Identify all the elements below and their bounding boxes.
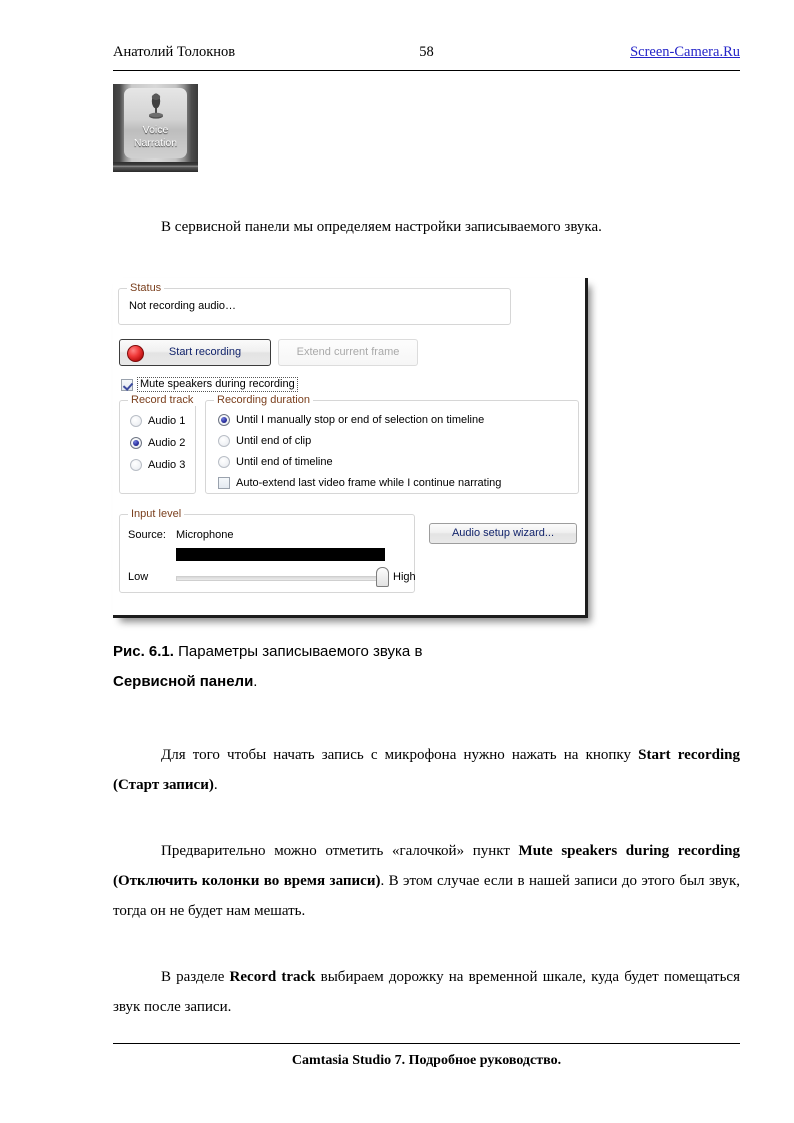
- p3-bold-term: Record track: [229, 969, 316, 985]
- input-level-legend: Input level: [128, 508, 185, 520]
- p2-text-a: Предварительно можно отметить «галочкой»…: [161, 843, 519, 859]
- auto-extend-row[interactable]: Auto-extend last video frame while I con…: [218, 477, 501, 489]
- p1-text-c: .: [213, 777, 218, 793]
- start-recording-button[interactable]: Start recording: [119, 339, 271, 366]
- slider-thumb[interactable]: [376, 567, 389, 587]
- input-source-label: Source:: [128, 529, 166, 541]
- footer-text: Camtasia Studio 7. Подробное руководство…: [291, 1053, 562, 1068]
- record-track-option-audio-1[interactable]: Audio 1: [130, 415, 185, 427]
- recording-duration-groupbox: Recording duration Until I manually stop…: [205, 394, 579, 494]
- record-track-legend: Record track: [128, 394, 197, 406]
- mute-speakers-row[interactable]: Mute speakers during recording: [121, 377, 298, 392]
- caption-figure-number: Рис. 6.1.: [113, 643, 174, 660]
- duration-option-end-of-timeline[interactable]: Until end of timeline: [218, 456, 333, 468]
- radio-until-end-of-timeline[interactable]: [218, 456, 230, 468]
- caption-text-1: Параметры записываемого звука в: [173, 643, 423, 660]
- radio-until-end-of-clip-label: Until end of clip: [236, 435, 312, 447]
- paragraph-mute-speakers: Предварительно можно отметить «галочкой»…: [113, 836, 740, 926]
- status-group-legend: Status: [127, 282, 165, 294]
- voice-narration-label: Voice Narration: [113, 124, 198, 150]
- extend-current-frame-button[interactable]: Extend current frame: [278, 339, 418, 366]
- radio-until-end-of-timeline-label: Until end of timeline: [236, 456, 333, 468]
- figure-caption: Рис. 6.1. Параметры записываемого звука …: [113, 637, 633, 697]
- radio-until-manual-stop[interactable]: [218, 414, 230, 426]
- audio-setup-wizard-label: Audio setup wizard...: [451, 527, 555, 539]
- auto-extend-label: Auto-extend last video frame while I con…: [236, 477, 502, 489]
- radio-audio-2-label: Audio 2: [148, 437, 186, 449]
- page-header: Анатолий Толокнов 58 Screen-Camera.Ru: [113, 44, 740, 70]
- paragraph-record-track: В разделе Record track выбираем дорожку …: [113, 962, 740, 1022]
- record-track-option-audio-3[interactable]: Audio 3: [130, 459, 185, 471]
- status-groupbox: Status Not recording audio…: [118, 282, 511, 325]
- slider-high-label: High: [393, 571, 416, 583]
- voice-narration-label-line1: Voice: [142, 124, 169, 136]
- radio-audio-3-label: Audio 3: [148, 459, 186, 471]
- record-track-groupbox: Record track Audio 1 Audio 2 Audio 3: [119, 394, 197, 494]
- voice-narration-label-line2: Narration: [133, 137, 178, 149]
- radio-until-manual-stop-label: Until I manually stop or end of selectio…: [236, 414, 485, 426]
- radio-audio-2[interactable]: [130, 437, 142, 449]
- p3-text-a: В разделе: [161, 969, 230, 985]
- header-divider: [113, 70, 740, 71]
- footer-divider: [113, 1043, 740, 1044]
- p1-text-a: Для того чтобы начать запись с микрофона…: [161, 747, 639, 763]
- radio-audio-1[interactable]: [130, 415, 142, 427]
- start-recording-label: Start recording: [168, 346, 242, 358]
- paragraph-start-recording: Для того чтобы начать запись с микрофона…: [113, 740, 740, 800]
- slider-low-label: Low: [128, 571, 149, 583]
- extend-current-frame-label: Extend current frame: [296, 346, 400, 358]
- mute-speakers-label: Mute speakers during recording: [137, 377, 298, 392]
- input-source-value: Microphone: [176, 529, 234, 541]
- audio-setup-wizard-button[interactable]: Audio setup wizard...: [429, 523, 577, 544]
- voice-narration-button-base: [113, 162, 198, 172]
- caption-bold-term: Сервисной панели: [113, 673, 254, 690]
- voice-narration-dialog[interactable]: Status Not recording audio… Start record…: [113, 278, 588, 618]
- input-level-slider[interactable]: Low High: [128, 567, 416, 587]
- radio-until-end-of-clip[interactable]: [218, 435, 230, 447]
- input-level-meter: [176, 548, 385, 561]
- microphone-icon: [148, 93, 163, 119]
- record-dot-icon: [127, 345, 144, 362]
- duration-option-end-of-clip[interactable]: Until end of clip: [218, 435, 311, 447]
- recording-duration-legend: Recording duration: [214, 394, 313, 406]
- duration-option-manual-stop[interactable]: Until I manually stop or end of selectio…: [218, 414, 484, 426]
- record-track-option-audio-2[interactable]: Audio 2: [130, 437, 185, 449]
- radio-audio-3[interactable]: [130, 459, 142, 471]
- radio-audio-1-label: Audio 1: [148, 415, 186, 427]
- input-level-groupbox: Input level Source: Microphone Low High: [119, 508, 416, 593]
- caption-text-2: .: [253, 673, 258, 690]
- intro-paragraph: В сервисной панели мы определяем настрой…: [161, 219, 602, 235]
- page-number: 58: [419, 44, 434, 60]
- input-source-row: Source: Microphone: [128, 529, 233, 541]
- voice-narration-tool-button[interactable]: Voice Narration: [113, 84, 198, 172]
- voice-narration-button-face: Voice Narration: [113, 84, 198, 162]
- mute-speakers-checkbox[interactable]: [121, 378, 133, 391]
- status-text: Not recording audio…: [129, 300, 237, 312]
- auto-extend-checkbox[interactable]: [218, 477, 230, 489]
- slider-track[interactable]: [176, 576, 384, 581]
